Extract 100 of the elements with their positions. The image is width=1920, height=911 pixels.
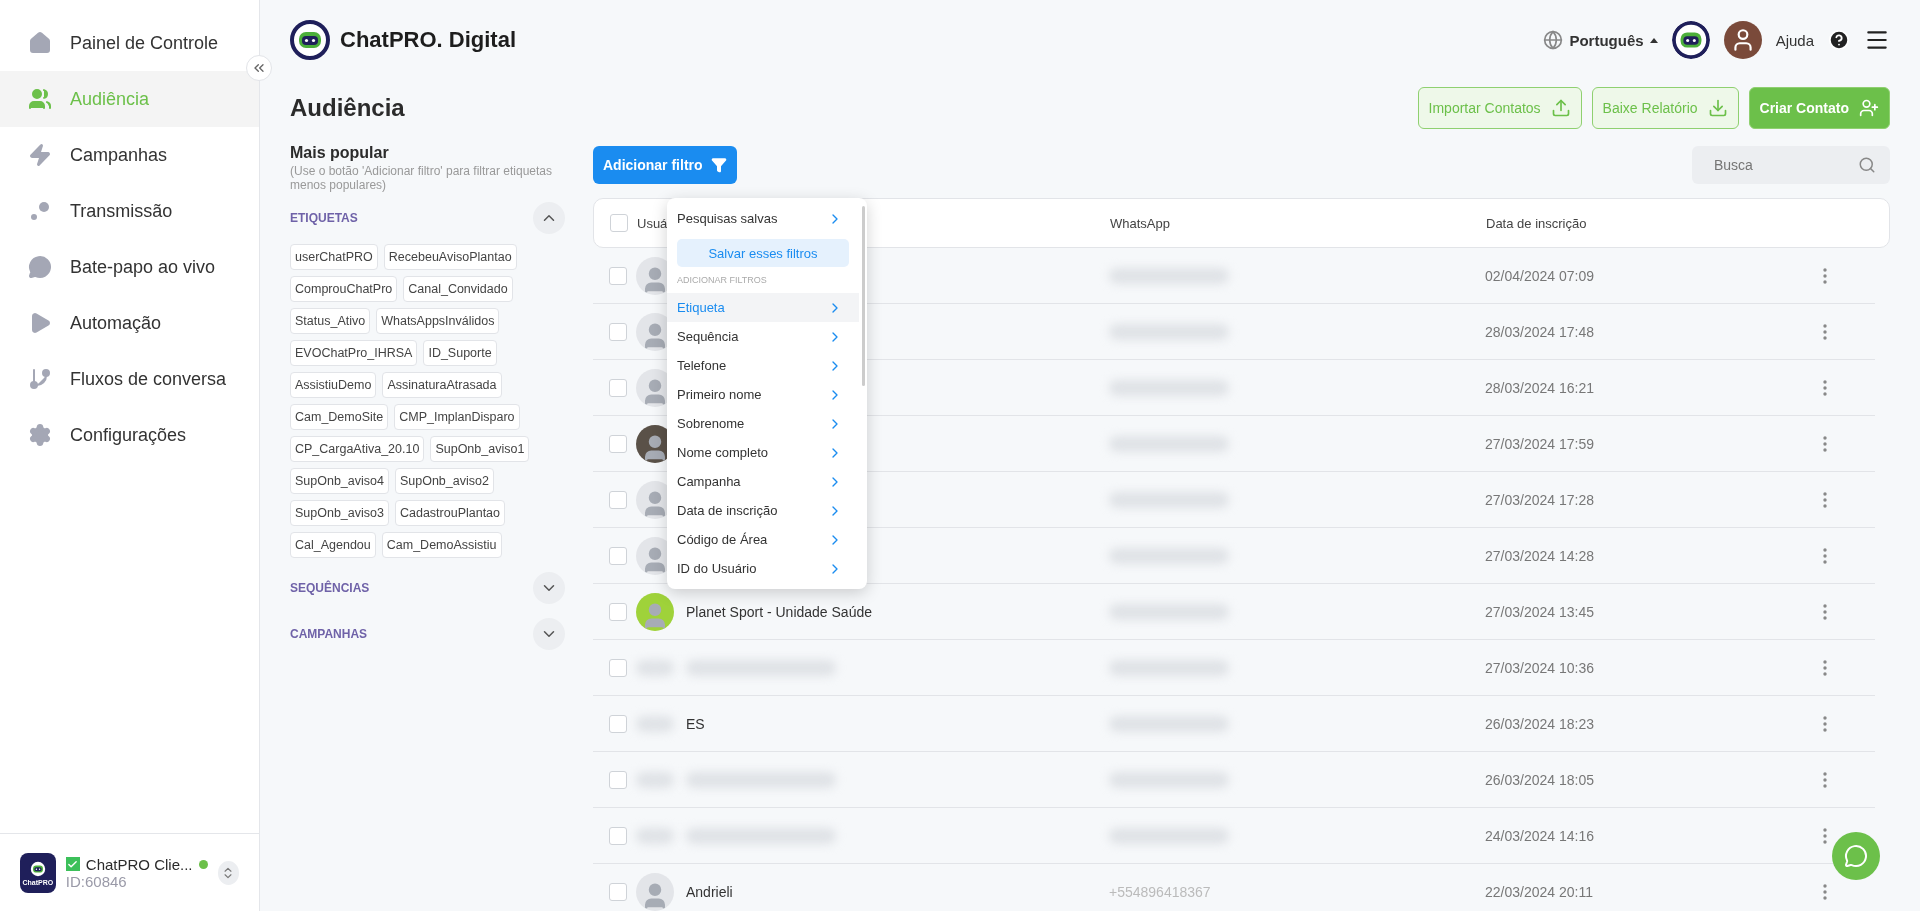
tag-chip[interactable]: WhatsAppsInválidos [376,308,500,334]
signup-date: 24/03/2024 14:16 [1485,827,1595,844]
menu-item[interactable]: Primeiro nome [667,380,859,409]
signup-date: 28/03/2024 16:21 [1485,379,1595,396]
menu-item[interactable]: ID do Usuário [667,554,859,583]
bolt-icon [28,143,52,167]
nav-item[interactable]: Fluxos de conversa [0,351,259,407]
upload-icon [1550,98,1571,118]
tag-chip[interactable]: userChatPRO [290,244,378,270]
more-icon [1823,715,1827,732]
menu-item[interactable]: Telefone [667,351,859,380]
filter-icon [710,157,727,173]
tag-chip[interactable]: AssinaturaAtrasada [382,372,502,398]
section-label: ETIQUETAS [290,211,358,225]
contact-name: Planet Sport - Unidade Saúde [686,603,872,620]
column-header[interactable]: Data de inscrição [1486,215,1587,231]
tag-chip[interactable]: SupOnb_aviso1 [430,436,530,462]
expand-toggle[interactable] [533,618,565,650]
more-icon [1823,771,1827,788]
contact-name: Andrieli [686,883,733,900]
tag-chip[interactable]: CadastrouPlantao [394,500,506,526]
help-link[interactable]: Ajuda [1775,31,1814,49]
menu-item[interactable]: Campanha [667,467,859,496]
brand-name: ChatPRO. Digital [340,27,516,53]
tag-chip[interactable]: CP_CargaAtiva_20.10 [290,436,425,462]
row-checkbox[interactable] [609,770,627,789]
account-switch-button[interactable] [217,860,239,885]
menu-item[interactable]: Data de inscrição [667,496,859,525]
tag-chip[interactable]: Status_Ativo [290,308,371,334]
nav-item[interactable]: Campanhas [0,127,259,183]
row-checkbox[interactable] [609,714,627,733]
expand-toggle[interactable] [533,572,565,604]
language-selector[interactable]: Português [1543,30,1658,50]
section-label: SEQUÊNCIAS [290,581,370,595]
tag-chip[interactable]: Cam_DemoSite [290,404,389,430]
page-title: Audiência [290,94,405,122]
users-icon [28,87,52,111]
menu-item[interactable]: Código de Área [667,525,859,554]
row-checkbox[interactable] [609,882,627,901]
tag-chip[interactable]: ID_Suporte [423,340,497,366]
signup-date: 28/03/2024 17:48 [1485,323,1595,340]
row-checkbox[interactable] [609,434,627,453]
more-icon [1823,547,1827,564]
bot-avatar[interactable] [1671,21,1710,59]
signup-date: 26/03/2024 18:05 [1485,771,1595,788]
column-header[interactable]: Usuá [637,215,668,231]
row-checkbox[interactable] [609,490,627,509]
tag-chip[interactable]: CMP_ImplanDisparo [394,404,520,430]
select-all-checkbox[interactable] [610,214,628,232]
row-checkbox[interactable] [609,378,627,397]
tag-chip[interactable]: Canal_Convidado [403,276,513,302]
home-icon [28,31,52,55]
row-checkbox[interactable] [609,826,627,845]
row-checkbox[interactable] [609,266,627,285]
nav-item[interactable]: Bate-papo ao vivo [0,239,259,295]
tag-chip[interactable]: RecebeuAvisoPlantao [383,244,517,270]
more-icon [1823,827,1827,844]
nav-item[interactable]: Configurações [0,407,259,463]
expand-toggle[interactable] [533,202,565,234]
column-header[interactable]: WhatsApp [1110,215,1170,231]
row-checkbox[interactable] [609,546,627,565]
menu-item[interactable]: Nome completo [667,438,859,467]
help-icon[interactable] [1828,29,1850,51]
row-checkbox[interactable] [609,602,627,621]
phone-number: +554896418367 [1109,883,1212,900]
tag-chip[interactable]: ComprouChatPro [290,276,398,302]
filters-hint: (Use o botão 'Adicionar filtro' para filtrar etiquetas menos populares) [290,164,554,192]
more-icon [1823,435,1827,452]
row-checkbox[interactable] [609,322,627,341]
menu-section-label: ADICIONAR FILTROS [676,274,768,287]
tag-chip[interactable]: SupOnb_aviso3 [290,500,389,526]
tag-chip[interactable]: AssistiuDemo [290,372,377,398]
flow-icon [28,367,52,391]
account-id: ID:60846 [65,872,128,890]
more-icon [1823,379,1827,396]
nav-item[interactable]: Automação [0,295,259,351]
more-icon [1823,267,1827,284]
chat-button[interactable] [1832,832,1880,880]
menu-item[interactable]: Pesquisas salvas [667,204,859,233]
tag-chip[interactable]: EVOChatPro_IHRSA [290,340,418,366]
signup-date: 27/03/2024 17:59 [1485,435,1595,452]
filters-title: Mais popular [290,144,390,162]
chat-bubble-icon [28,255,52,279]
avatar [636,592,674,631]
tag-chip[interactable]: SupOnb_aviso2 [394,468,494,494]
nav-item[interactable]: Painel de Controle [0,15,259,71]
search-field[interactable]: Busca [1692,146,1890,184]
menu-item[interactable]: Sequência [667,322,859,351]
user-avatar[interactable] [1723,21,1762,59]
nav-item[interactable]: Transmissão [0,183,259,239]
tag-chip[interactable]: Cal_Agendou [290,532,376,558]
contact-name: ES [686,715,705,732]
collapse-button[interactable] [246,55,272,81]
tag-chip[interactable]: Cam_DemoAssistiu [381,532,502,558]
menu-item[interactable]: Sobrenome [667,409,859,438]
row-checkbox[interactable] [609,658,627,677]
more-icon [1823,491,1827,508]
chat-icon [1844,844,1868,868]
signup-date: 27/03/2024 10:36 [1485,659,1595,676]
tag-chip[interactable]: SupOnb_aviso4 [290,468,389,494]
